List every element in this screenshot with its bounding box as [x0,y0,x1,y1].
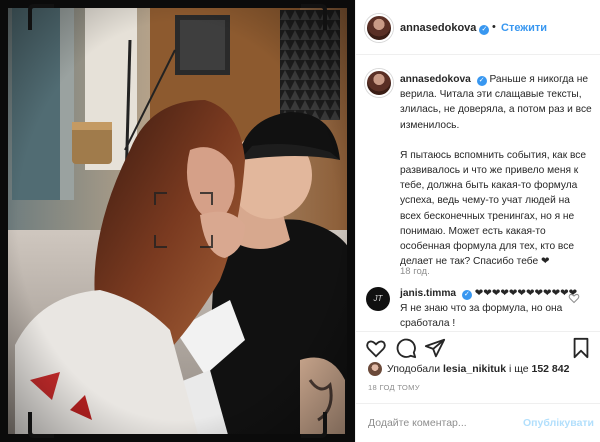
follow-button[interactable]: Стежити [501,22,547,34]
likes-prefix: Уподобали [387,363,441,375]
verified-badge-icon: ✓ [479,25,490,35]
follow-separator: • [492,21,496,33]
caption-paragraph-2: Я пытаюсь вспомнить события, как все раз… [400,149,587,268]
publish-comment-button[interactable]: Опублікувати [523,417,594,429]
add-comment-bar: Опублікувати [356,403,600,442]
likes-text: Уподобали lesia_nikituk і ще 152 842 [387,363,569,375]
bookmark-icon[interactable] [570,337,592,359]
verified-badge-icon: ✓ [461,290,472,300]
comment-item: JT janis.timma ✓ ❤❤❤❤❤❤❤❤❤❤❤❤ Я не знаю … [356,283,600,331]
comment-text: janis.timma ✓ ❤❤❤❤❤❤❤❤❤❤❤❤ Я не знаю что… [400,286,580,331]
post-actions [356,331,600,361]
post-photo[interactable] [0,0,355,442]
caption: annasedokova ✓ Раньше я никогда не верил… [356,55,600,283]
comment-like-icon[interactable] [568,292,580,304]
photo-scene [0,0,355,442]
heart-icon[interactable] [365,337,387,359]
verified-badge-icon: ✓ [476,76,487,86]
comment-icon[interactable] [395,337,417,359]
caption-text: annasedokova ✓ Раньше я никогда не верил… [400,72,592,269]
liker-username[interactable]: lesia_nikituk [443,363,506,375]
liker-avatar[interactable] [368,362,382,376]
comment-input[interactable] [368,414,518,432]
post-side-panel: annasedokova ✓ • Стежити annasedokova ✓ Р… [355,0,600,442]
likes-summary: Уподобали lesia_nikituk і ще 152 842 [356,361,600,379]
caption-username[interactable]: annasedokova [400,74,471,85]
commenter-avatar[interactable]: JT [366,287,390,311]
instagram-post: annasedokova ✓ • Стежити annasedokova ✓ Р… [0,0,600,442]
caption-avatar[interactable] [365,69,393,97]
share-icon[interactable] [424,337,446,359]
post-date: 18 ГОД ТОМУ [368,383,420,392]
post-header: annasedokova ✓ • Стежити [356,0,600,55]
likes-count[interactable]: 152 842 [532,363,570,375]
commenter-username[interactable]: janis.timma [400,288,456,299]
author-avatar[interactable] [365,14,393,42]
caption-time: 18 год. [400,266,430,277]
author-username[interactable]: annasedokova ✓ [400,22,490,35]
likes-suffix: і ще [508,363,529,375]
